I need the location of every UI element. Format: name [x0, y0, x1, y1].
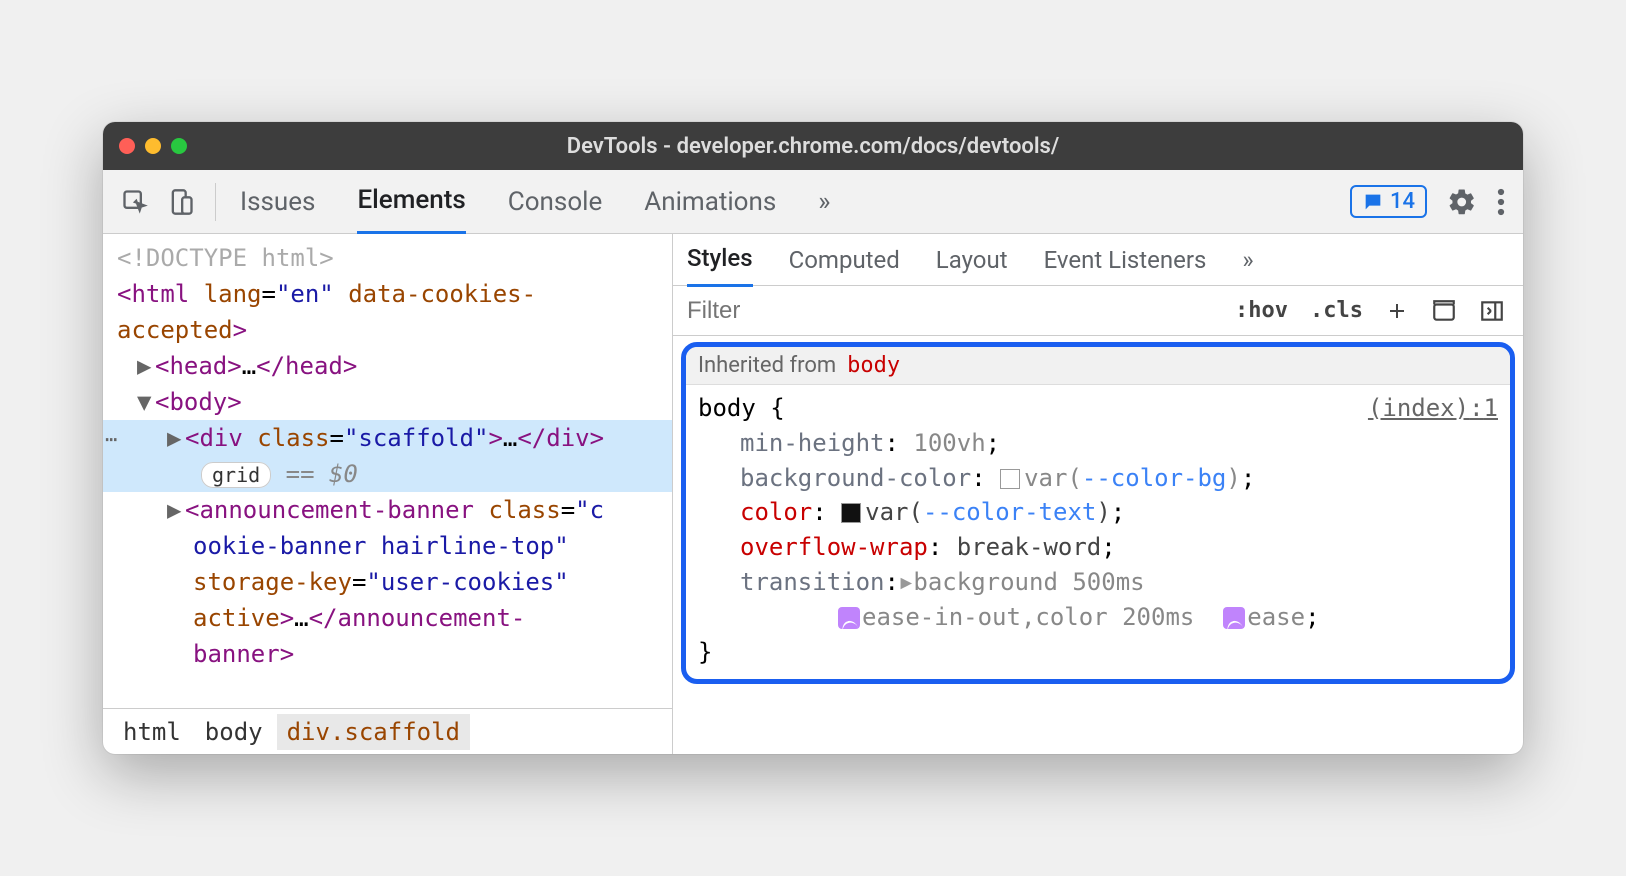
- window-title: DevTools - developer.chrome.com/docs/dev…: [103, 134, 1523, 159]
- filter-input[interactable]: [673, 286, 1093, 335]
- grid-badge[interactable]: grid: [201, 462, 271, 488]
- main-tabs: Issues Elements Console Animations »: [240, 169, 1350, 234]
- node-actions-icon[interactable]: ⋯: [105, 424, 118, 454]
- subtabs-overflow-icon[interactable]: »: [1242, 234, 1253, 286]
- expand-shorthand-icon[interactable]: ▶: [900, 568, 912, 596]
- cls-toggle[interactable]: .cls: [1310, 298, 1363, 323]
- css-selector[interactable]: body: [698, 394, 756, 422]
- crumb-html[interactable]: html: [113, 714, 191, 750]
- prop-transition[interactable]: transition: [740, 568, 885, 596]
- tab-elements[interactable]: Elements: [357, 169, 465, 234]
- subtab-layout[interactable]: Layout: [936, 234, 1008, 286]
- computed-styles-icon[interactable]: [1431, 298, 1457, 324]
- easing-editor-icon[interactable]: [1223, 607, 1245, 629]
- console-ref: == $0: [286, 460, 358, 488]
- style-rule-box: Inherited from body body { (index):1 min…: [681, 342, 1515, 684]
- styles-subtabs: Styles Computed Layout Event Listeners »: [673, 234, 1523, 286]
- hov-toggle[interactable]: :hov: [1235, 298, 1288, 323]
- issues-badge[interactable]: 14: [1350, 185, 1427, 218]
- tab-console[interactable]: Console: [508, 171, 602, 233]
- titlebar: DevTools - developer.chrome.com/docs/dev…: [103, 122, 1523, 170]
- inherited-from-link[interactable]: body: [847, 353, 900, 378]
- new-style-rule-icon[interactable]: [1385, 299, 1409, 323]
- selected-node[interactable]: ⋯ ▶<div class="scaffold">…</div>: [103, 420, 672, 456]
- prop-color[interactable]: color: [740, 498, 812, 526]
- prop-overflow-wrap[interactable]: overflow-wrap: [740, 533, 928, 561]
- tab-animations[interactable]: Animations: [644, 171, 776, 233]
- crumb-scaffold[interactable]: div.scaffold: [277, 714, 470, 750]
- inherited-header: Inherited from body: [686, 347, 1510, 385]
- kebab-menu-icon[interactable]: [1497, 187, 1505, 217]
- breadcrumb: html body div.scaffold: [103, 708, 672, 754]
- subtab-computed[interactable]: Computed: [789, 234, 900, 286]
- prop-min-height[interactable]: min-height: [740, 429, 885, 457]
- maximize-window-button[interactable]: [171, 138, 187, 154]
- settings-gear-icon[interactable]: [1447, 187, 1477, 217]
- device-toggle-icon[interactable]: [167, 188, 195, 216]
- tabs-overflow-icon[interactable]: »: [818, 171, 830, 233]
- minimize-window-button[interactable]: [145, 138, 161, 154]
- source-link[interactable]: (index):1: [1368, 391, 1498, 426]
- color-swatch-icon[interactable]: [1000, 469, 1020, 489]
- elements-panel: <!DOCTYPE html> <html lang="en" data-coo…: [103, 234, 673, 754]
- prop-background-color[interactable]: background-color: [740, 464, 971, 492]
- crumb-body[interactable]: body: [195, 714, 273, 750]
- color-swatch-icon[interactable]: [841, 503, 861, 523]
- dom-tree[interactable]: <!DOCTYPE html> <html lang="en" data-coo…: [103, 234, 672, 708]
- tab-issues[interactable]: Issues: [240, 171, 315, 233]
- subtab-styles[interactable]: Styles: [687, 232, 753, 287]
- easing-editor-icon[interactable]: [838, 607, 860, 629]
- close-window-button[interactable]: [119, 138, 135, 154]
- inspect-element-icon[interactable]: [121, 188, 149, 216]
- styles-panel: Styles Computed Layout Event Listeners »…: [673, 234, 1523, 754]
- doctype-node[interactable]: <!DOCTYPE html>: [117, 244, 334, 272]
- devtools-window: DevTools - developer.chrome.com/docs/dev…: [103, 122, 1523, 754]
- issues-count: 14: [1390, 189, 1415, 214]
- toggle-sidebar-icon[interactable]: [1479, 298, 1505, 324]
- main-toolbar: Issues Elements Console Animations » 14: [103, 170, 1523, 234]
- subtab-event-listeners[interactable]: Event Listeners: [1044, 234, 1207, 286]
- filter-bar: :hov .cls: [673, 286, 1523, 336]
- traffic-lights: [119, 138, 187, 154]
